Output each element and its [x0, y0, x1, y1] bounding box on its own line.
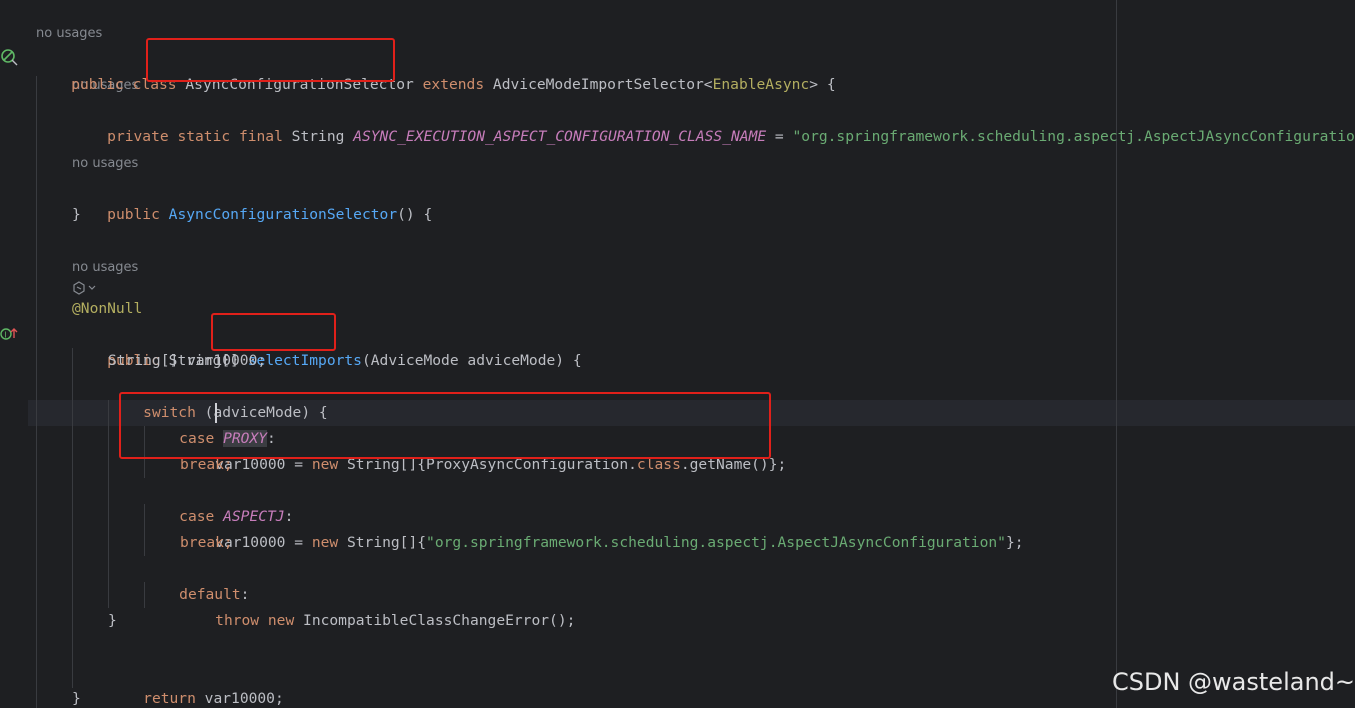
code-line-method-close[interactable]: }: [72, 686, 81, 708]
keyword: return: [143, 690, 205, 707]
watermark: CSDN @wasteland~: [1112, 668, 1355, 696]
highlight-box-method-name: [211, 313, 336, 351]
editor-gutter[interactable]: [0, 0, 28, 708]
usage-hint[interactable]: no usages: [36, 26, 102, 42]
code-line-field[interactable]: private static final String ASYNC_EXECUT…: [72, 98, 1355, 145]
exception-ctor: IncompatibleClassChangeError();: [303, 612, 576, 629]
code-line-var-decl[interactable]: String[] var10000;: [108, 348, 266, 374]
implements-method-icon[interactable]: I: [0, 326, 20, 346]
type-name: String: [291, 128, 354, 145]
spring-bean-icon[interactable]: [0, 48, 20, 72]
indent-guide: [36, 76, 37, 708]
code-line-switch-close[interactable]: }: [108, 608, 117, 634]
keyword: private static final: [107, 128, 292, 145]
highlight-box-proxy-case: [119, 392, 771, 459]
code-line-default[interactable]: default:: [144, 556, 249, 603]
code-editor[interactable]: I no usages no usages no usages no usage…: [0, 0, 1355, 708]
keyword: new: [267, 612, 304, 629]
type-parameter: EnableAsync: [712, 76, 810, 93]
string-literal: "org.springframework.scheduling.aspectj.…: [426, 534, 1006, 551]
code-line-break[interactable]: break;: [180, 530, 233, 556]
chevron-down-icon: [88, 285, 96, 290]
array-init: String[]{: [346, 534, 427, 551]
keyword: new: [311, 534, 347, 551]
superclass-name: AdviceModeImportSelector: [492, 76, 704, 93]
code-line-aspectj-assign[interactable]: var10000 = new String[]{"org.springframe…: [180, 504, 1023, 551]
keyword: throw: [215, 612, 268, 629]
code-line-annotation[interactable]: @NonNull: [72, 296, 142, 322]
keyword: extends: [413, 76, 493, 93]
brace: > {: [809, 76, 836, 93]
code-line-case-aspectj[interactable]: case ASPECTJ:: [144, 478, 293, 525]
constructor-name: AsyncConfigurationSelector: [168, 206, 398, 223]
keyword: public: [107, 206, 169, 223]
close: };: [1005, 534, 1024, 551]
code-line-return[interactable]: return var10000;: [108, 660, 284, 707]
highlight-box-class-name: [146, 38, 395, 82]
code-line-close-brace[interactable]: }: [72, 202, 81, 228]
params: (AdviceMode adviceMode) {: [361, 352, 582, 369]
code-line-constructor[interactable]: public AsyncConfigurationSelector() {: [72, 176, 432, 223]
code-line-throw[interactable]: throw new IncompatibleClassChangeError()…: [180, 582, 575, 629]
constant-name: ASYNC_EXECUTION_ASPECT_CONFIGURATION_CLA…: [353, 128, 767, 145]
generic-open: <: [703, 76, 713, 93]
return-value: var10000;: [204, 690, 284, 707]
string-literal: "org.springframework.scheduling.aspectj.…: [792, 128, 1355, 145]
usage-hint[interactable]: no usages: [72, 260, 138, 276]
params: () {: [397, 206, 433, 223]
operator: =: [766, 128, 793, 145]
svg-text:I: I: [4, 331, 6, 340]
